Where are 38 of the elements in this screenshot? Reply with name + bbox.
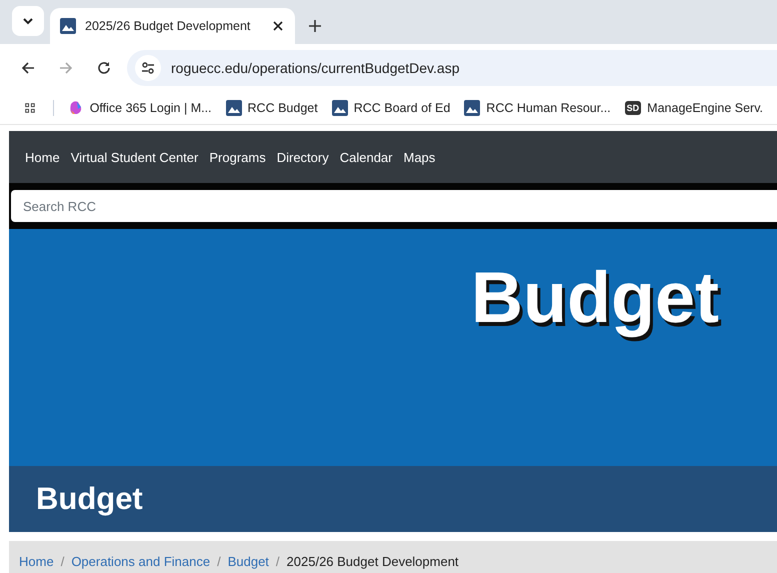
bookmark[interactable]: Office 365 Login | M... <box>68 100 212 116</box>
site-settings-icon[interactable] <box>135 55 161 81</box>
hero-title: Budget <box>471 257 719 339</box>
reload-icon[interactable] <box>97 61 111 75</box>
nav-link[interactable]: Maps <box>404 150 436 164</box>
nav-link[interactable]: Virtual Student Center <box>70 150 198 164</box>
chevron-down-icon <box>23 18 33 24</box>
bookmark[interactable]: SD ManageEngine Serv. <box>624 101 763 115</box>
image-icon <box>60 18 76 34</box>
nav-link[interactable]: Calendar <box>340 150 392 164</box>
breadcrumb-separator: / <box>276 554 280 568</box>
tab-title: 2025/26 Budget Development <box>85 19 252 33</box>
breadcrumb-link[interactable]: Budget <box>228 554 269 568</box>
colorful-logo-icon <box>68 100 84 116</box>
breadcrumb-link[interactable]: Operations and Finance <box>71 554 210 568</box>
search-field[interactable]: Search RCC <box>11 190 777 222</box>
apps-grid-icon[interactable] <box>25 101 35 115</box>
address-bar[interactable]: roguecc.edu/operations/currentBudgetDev.asp <box>127 50 777 86</box>
browser-tab[interactable]: 2025/26 Budget Development <box>50 8 295 44</box>
image-icon <box>332 100 348 116</box>
image-icon <box>226 100 242 116</box>
breadcrumb-separator: / <box>217 554 221 568</box>
nav-link[interactable]: Programs <box>209 150 266 164</box>
bookmark[interactable]: RCC Board of Ed <box>332 100 450 116</box>
bookmark[interactable]: RCC Human Resour... <box>464 100 611 116</box>
page-title: Budget <box>36 481 143 517</box>
breadcrumb-link[interactable]: Home <box>19 554 54 568</box>
logo-icon: SD <box>624 101 642 115</box>
back-icon[interactable] <box>21 61 35 75</box>
close-icon[interactable] <box>273 21 283 31</box>
new-tab-icon[interactable] <box>309 20 321 32</box>
breadcrumb-current: 2025/26 Budget Development <box>286 554 459 568</box>
nav-link[interactable]: Home <box>25 150 60 164</box>
bookmark[interactable]: RCC Budget <box>226 100 318 116</box>
tab-list-button[interactable] <box>12 6 44 36</box>
nav-link[interactable]: Directory <box>276 150 329 164</box>
image-icon <box>464 100 480 116</box>
breadcrumb-separator: / <box>60 554 64 568</box>
